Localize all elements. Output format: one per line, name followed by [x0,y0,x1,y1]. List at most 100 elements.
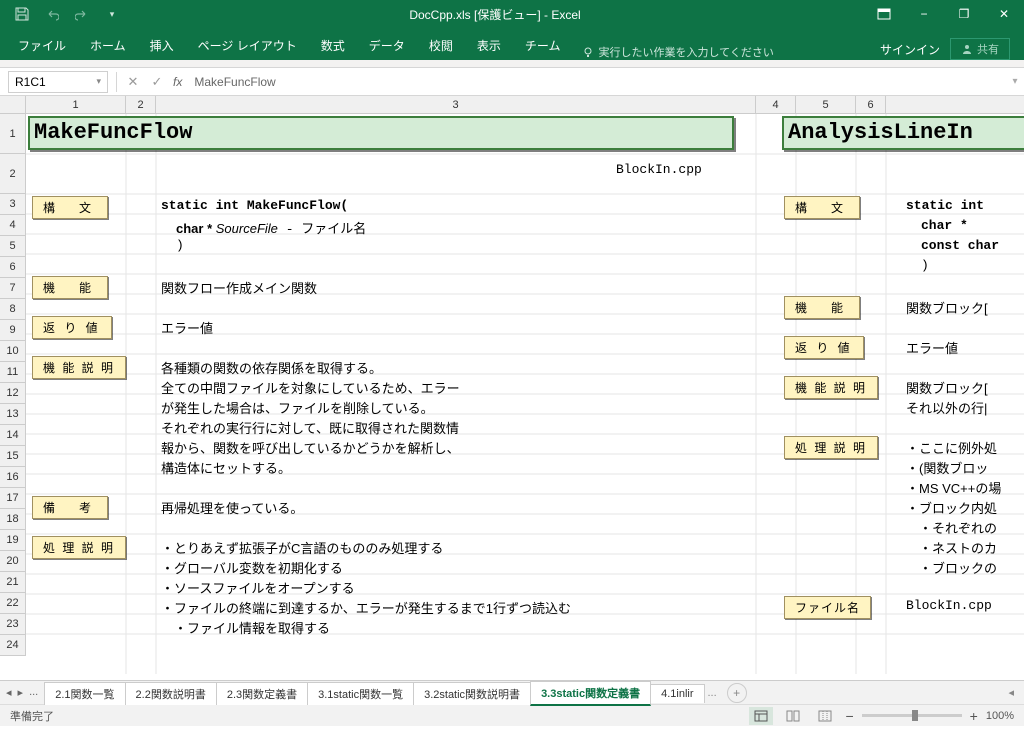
row-header[interactable]: 12 [0,383,26,404]
undo-icon[interactable] [38,2,66,26]
maximize-button[interactable]: ❐ [944,0,984,28]
formula-input[interactable]: MakeFuncFlow [186,75,1006,89]
tab-pagelayout[interactable]: ページ レイアウト [186,31,309,60]
row-header[interactable]: 11 [0,362,26,383]
row-header[interactable]: 14 [0,425,26,446]
sheet-tab[interactable]: 2.1関数一覧 [44,682,125,705]
hscroll-left-icon[interactable]: ◂ [1008,686,1024,699]
source-file-left: BlockIn.cpp [616,162,702,177]
enter-icon[interactable]: ✓ [145,74,169,90]
bulb-icon [582,46,594,58]
tab-review[interactable]: 校閲 [417,31,465,60]
spreadsheet-grid[interactable]: 1 2 3 4 5 6 1 2 3 4 5 6 7 8 9 10 11 12 1… [0,96,1024,680]
tab-team[interactable]: チーム [513,31,573,60]
tab-more-right[interactable]: ... [704,687,721,699]
label-desc-left: 機 能 説 明 [32,356,126,379]
row-header[interactable]: 2 [0,154,26,194]
tab-more-left[interactable]: ... [29,686,38,699]
zoom-in-button[interactable]: + [970,708,978,724]
signin-link[interactable]: サインイン [880,41,940,58]
row-header[interactable]: 21 [0,572,26,593]
function-text-right: 関数ブロック[ [906,298,988,317]
col-header[interactable]: 4 [756,96,796,113]
row-header[interactable]: 18 [0,509,26,530]
row-header[interactable]: 8 [0,299,26,320]
row-header[interactable]: 1 [0,114,26,154]
sheet-tab-active[interactable]: 3.3static関数定義書 [530,681,651,706]
tab-home[interactable]: ホーム [78,31,138,60]
cell-area[interactable]: MakeFuncFlow BlockIn.cpp 構 文 static int … [26,114,1024,656]
proc-line: ・ファイルの終端に到達するか、エラーが発生するまで1行ずつ読込む [161,598,571,617]
sheet-tab[interactable]: 3.1static関数一覧 [307,682,414,705]
close-button[interactable]: ✕ [984,0,1024,28]
syntax-line-r: ) [921,258,929,273]
tell-me-box[interactable]: 実行したい作業を入力してください [582,44,773,60]
row-header[interactable]: 6 [0,257,26,278]
normal-view-icon[interactable] [749,707,773,725]
col-header[interactable]: 5 [796,96,856,113]
row-header[interactable]: 5 [0,236,26,257]
row-header[interactable]: 13 [0,404,26,425]
desc-line: 全ての中間ファイルを対象にしているため、エラー [161,378,460,397]
proc-line-r: ・MS VC++の場 [906,478,1001,497]
redo-icon[interactable] [68,2,96,26]
tab-view[interactable]: 表示 [465,31,513,60]
row-header[interactable]: 17 [0,488,26,509]
tab-file[interactable]: ファイル [6,31,78,60]
col-header[interactable]: 2 [126,96,156,113]
desc-line-r: 関数ブロック[ [906,378,988,397]
tab-formulas[interactable]: 数式 [309,31,357,60]
minimize-button[interactable]: − [904,0,944,28]
row-header[interactable]: 15 [0,446,26,467]
qat-customize-icon[interactable]: ▾ [98,2,126,26]
row-header[interactable]: 9 [0,320,26,341]
row-header[interactable]: 7 [0,278,26,299]
col-header[interactable]: 6 [856,96,886,113]
col-header[interactable]: 1 [26,96,126,113]
label-return-right: 返 り 値 [784,336,864,359]
cancel-icon[interactable]: ✕ [121,74,145,90]
name-box[interactable]: R1C1 ▾ [8,71,108,93]
sheet-tab[interactable]: 2.2関数説明書 [125,682,217,705]
row-header[interactable]: 22 [0,593,26,614]
row-header[interactable]: 23 [0,614,26,635]
add-sheet-button[interactable]: + [727,683,747,703]
proc-line-r: ・ブロック内処 [906,498,997,517]
tab-nav-prev-icon[interactable]: ▸ [18,686,24,699]
tab-data[interactable]: データ [357,31,417,60]
row-header[interactable]: 4 [0,215,26,236]
zoom-out-button[interactable]: − [845,708,853,724]
fx-icon[interactable]: fx [169,75,186,89]
row-header[interactable]: 16 [0,467,26,488]
chevron-down-icon[interactable]: ▾ [96,76,101,87]
ribbon-options-icon[interactable] [864,0,904,28]
desc-line: 構造体にセットする。 [161,458,291,477]
tell-me-label: 実行したい作業を入力してください [598,44,773,60]
row-header[interactable]: 20 [0,551,26,572]
page-layout-view-icon[interactable] [781,707,805,725]
zoom-slider[interactable] [862,714,962,717]
name-box-value: R1C1 [15,75,46,89]
row-header[interactable]: 19 [0,530,26,551]
row-header[interactable]: 10 [0,341,26,362]
formula-expand-icon[interactable]: ▾ [1006,76,1024,87]
row-header[interactable]: 24 [0,635,26,656]
sheet-tab[interactable]: 4.1inlir [650,684,704,703]
share-button[interactable]: 共有 [950,38,1010,60]
tab-insert[interactable]: 挿入 [138,31,186,60]
label-file-right: ファイル名 [784,596,871,619]
save-icon[interactable] [8,2,36,26]
page-break-view-icon[interactable] [813,707,837,725]
col-header[interactable]: 3 [156,96,756,113]
syntax-line: ) [176,238,184,253]
tab-nav-first-icon[interactable]: ◂ [6,686,12,699]
syntax-line-r: char * [921,218,968,233]
label-function-right: 機 能 [784,296,860,319]
row-header[interactable]: 3 [0,194,26,215]
select-all-corner[interactable] [0,96,26,113]
sheet-tab[interactable]: 2.3関数定義書 [216,682,308,705]
zoom-level[interactable]: 100% [986,710,1014,722]
sheet-tab[interactable]: 3.2static関数説明書 [413,682,531,705]
syntax-line: char * SourceFile - ファイル名 [176,218,366,237]
note-text-left: 再帰処理を使っている。 [161,498,303,517]
